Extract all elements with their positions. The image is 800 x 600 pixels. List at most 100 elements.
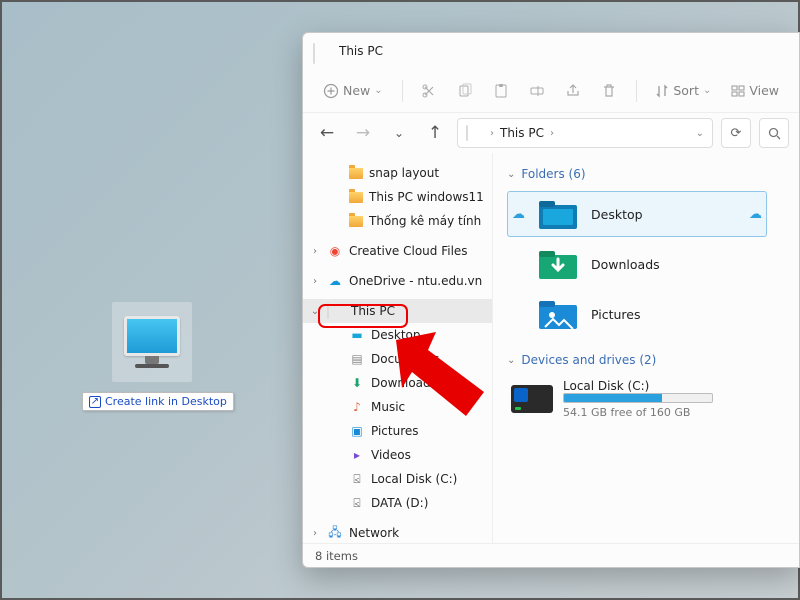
refresh-button[interactable]: ⟳: [721, 118, 751, 148]
nav-data-d[interactable]: ⍃DATA (D:): [303, 491, 492, 515]
chevron-right-icon[interactable]: ›: [309, 528, 321, 539]
new-button[interactable]: New ⌄: [315, 79, 391, 103]
scissors-icon: [421, 83, 437, 99]
drive-usage-fill: [564, 394, 662, 402]
copy-button[interactable]: [449, 79, 481, 103]
drive-label: Local Disk (C:): [563, 379, 713, 393]
folder-icon: [349, 216, 363, 227]
creative-cloud-icon: ◉: [327, 243, 343, 259]
forward-button[interactable]: →: [349, 119, 377, 147]
sort-label: Sort: [673, 83, 699, 98]
nav-creative-cloud[interactable]: ›◉Creative Cloud Files: [303, 239, 492, 263]
trash-icon: [601, 83, 617, 99]
tile-downloads[interactable]: Downloads: [507, 241, 767, 287]
rename-button[interactable]: [521, 79, 553, 103]
tile-desktop[interactable]: ☁ Desktop ☁: [507, 191, 767, 237]
window-title: This PC: [339, 44, 383, 58]
folder-icon: [349, 192, 363, 203]
navigation-pane[interactable]: snap layout This PC windows11 Thống kê m…: [303, 153, 493, 543]
status-item-count: 8 items: [315, 549, 358, 563]
thispc-drag-icon: [112, 302, 192, 382]
drive-icon: [511, 385, 553, 413]
drive-usage-bar: [563, 393, 713, 403]
downloads-icon: ⬇: [349, 375, 365, 391]
address-bar-row: ← → ⌄ ↑ › This PC › ⌄ ⟳: [303, 113, 799, 153]
plus-circle-icon: [323, 83, 339, 99]
nav-music[interactable]: ♪Music: [303, 395, 492, 419]
search-button[interactable]: [759, 118, 789, 148]
chevron-right-icon[interactable]: ›: [309, 246, 321, 257]
folders-group-header[interactable]: ⌄ Folders (6): [507, 167, 785, 181]
nav-network[interactable]: ›🖧Network: [303, 521, 492, 543]
view-icon: [731, 84, 745, 98]
content-pane[interactable]: ⌄ Folders (6) ☁ Desktop ☁ Downloads: [493, 153, 799, 543]
shortcut-arrow-icon: ↗: [89, 396, 101, 408]
tile-pictures[interactable]: Pictures: [507, 291, 767, 337]
folder-icon: [349, 168, 363, 179]
nav-quick-item[interactable]: snap layout: [303, 161, 492, 185]
thispc-icon: [313, 44, 331, 58]
up-button[interactable]: ↑: [421, 119, 449, 147]
back-button[interactable]: ←: [313, 119, 341, 147]
file-explorer-window: This PC New ⌄ Sort ⌄ View ← → ⌄: [302, 32, 800, 568]
drives-group-header[interactable]: ⌄ Devices and drives (2): [507, 353, 785, 367]
search-icon: [768, 127, 781, 140]
thispc-icon: [466, 126, 484, 140]
documents-icon: ▤: [349, 351, 365, 367]
chevron-right-icon: ›: [550, 128, 554, 139]
desktop-folder-icon: [537, 196, 579, 232]
nav-documents[interactable]: ▤Documents: [303, 347, 492, 371]
tile-local-disk-c[interactable]: Local Disk (C:) 54.1 GB free of 160 GB: [507, 377, 767, 421]
desktop-drag-target: [102, 302, 202, 382]
paste-icon: [493, 83, 509, 99]
chevron-down-icon: ⌄: [507, 355, 515, 366]
desktop-icon: ▬: [349, 327, 365, 343]
chevron-down-icon: ⌄: [374, 85, 382, 96]
sort-icon: [655, 84, 669, 98]
paste-button[interactable]: [485, 79, 517, 103]
chevron-down-icon[interactable]: ⌄: [696, 128, 704, 139]
drag-tooltip: ↗ Create link in Desktop: [82, 392, 234, 411]
cloud-icon: ☁: [327, 273, 343, 289]
titlebar[interactable]: This PC: [303, 33, 799, 69]
nav-downloads[interactable]: ⬇Downloads: [303, 371, 492, 395]
cloud-sync-icon: ☁: [749, 207, 762, 222]
chevron-down-icon: ⌄: [507, 169, 515, 180]
view-button[interactable]: View: [723, 79, 787, 102]
pictures-icon: ▣: [349, 423, 365, 439]
nav-this-pc[interactable]: ⌄This PC: [303, 299, 492, 323]
share-button[interactable]: [557, 79, 589, 103]
downloads-folder-icon: [537, 246, 579, 282]
chevron-right-icon[interactable]: ›: [309, 276, 321, 287]
delete-button[interactable]: [593, 79, 625, 103]
cloud-sync-icon: ☁: [512, 207, 525, 222]
share-icon: [565, 83, 581, 99]
network-icon: 🖧: [327, 525, 343, 541]
status-bar: 8 items: [303, 543, 799, 567]
breadcrumb-segment[interactable]: This PC: [500, 126, 544, 140]
thispc-icon: [327, 304, 345, 318]
videos-icon: ▸: [349, 447, 365, 463]
rename-icon: [529, 83, 545, 99]
breadcrumb[interactable]: › This PC › ⌄: [457, 118, 713, 148]
nav-onedrive[interactable]: ›☁OneDrive - ntu.edu.vn: [303, 269, 492, 293]
drag-tooltip-text: Create link in Desktop: [105, 395, 227, 408]
recent-locations-button[interactable]: ⌄: [385, 119, 413, 147]
cut-button[interactable]: [413, 79, 445, 103]
pictures-folder-icon: [537, 296, 579, 332]
nav-quick-item[interactable]: This PC windows11: [303, 185, 492, 209]
chevron-down-icon[interactable]: ⌄: [309, 306, 321, 317]
nav-videos[interactable]: ▸Videos: [303, 443, 492, 467]
chevron-right-icon: ›: [490, 128, 494, 139]
drive-free-text: 54.1 GB free of 160 GB: [563, 406, 713, 419]
sort-button[interactable]: Sort ⌄: [647, 79, 719, 102]
command-bar: New ⌄ Sort ⌄ View: [303, 69, 799, 113]
music-icon: ♪: [349, 399, 365, 415]
nav-pictures[interactable]: ▣Pictures: [303, 419, 492, 443]
drive-icon: ⍃: [349, 471, 365, 487]
nav-desktop[interactable]: ▬Desktop: [303, 323, 492, 347]
new-button-label: New: [343, 83, 370, 98]
chevron-down-icon: ⌄: [703, 85, 711, 96]
nav-local-disk-c[interactable]: ⍃Local Disk (C:): [303, 467, 492, 491]
nav-quick-item[interactable]: Thống kê máy tính: [303, 209, 492, 233]
